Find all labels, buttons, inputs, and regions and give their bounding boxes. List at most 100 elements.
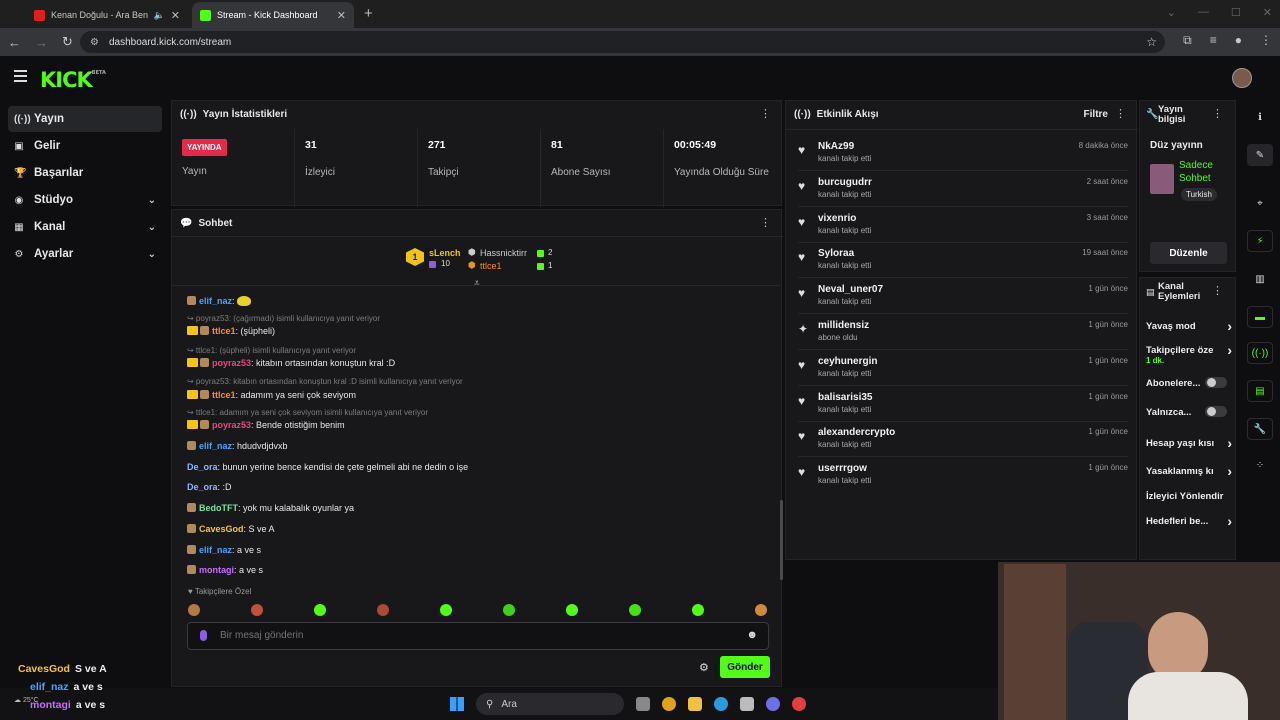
profile-icon[interactable]: ● [1235, 33, 1242, 48]
toggle-switch[interactable] [1205, 377, 1227, 388]
chat-username[interactable]: poyraz53 [212, 358, 251, 368]
discord-icon[interactable] [766, 697, 780, 711]
chat-input[interactable] [220, 630, 700, 641]
apps-icon[interactable]: ⁘ [1247, 454, 1273, 476]
sidebar-item-basarilar[interactable]: 🏆 Başarılar [8, 160, 162, 186]
event-username[interactable]: alexandercrypto [818, 427, 895, 438]
more-options-icon[interactable]: ⋮ [760, 107, 771, 120]
emote-icon[interactable] [755, 604, 767, 616]
kick-logo[interactable]: KICKBETA [40, 68, 106, 92]
speaker-icon[interactable]: 🔈 [154, 10, 165, 21]
edge-icon[interactable] [714, 697, 728, 711]
taskbar-search[interactable]: ⚲ Ara [476, 693, 624, 715]
event-username[interactable]: vixenrio [818, 213, 856, 224]
event-username[interactable]: Syloraa [818, 248, 854, 259]
category-name[interactable]: Sadece Sohbet [1179, 159, 1213, 185]
new-tab-button[interactable]: + [354, 5, 383, 28]
chrome-icon[interactable] [662, 697, 676, 711]
emote-icon[interactable] [692, 604, 704, 616]
event-item[interactable]: ✦ millidensiz abone oldu 1 gün önce [798, 316, 1128, 350]
event-item[interactable]: ♥ balisarisi35 kanalı takip etti 1 gün önce [798, 388, 1128, 422]
edit-button[interactable]: Düzenle [1150, 242, 1227, 264]
channel-action-item[interactable]: Hesap yaşı kısı › [1146, 438, 1232, 449]
event-username[interactable]: balisarisi35 [818, 392, 872, 403]
chat-settings-icon[interactable]: ⚙ [699, 661, 709, 674]
send-button[interactable]: Gönder [720, 656, 770, 678]
tab-youtube[interactable]: Kenan Doğulu - Ara Beni Lü 🔈 ✕ [26, 2, 188, 28]
chat-bubble-icon[interactable]: ▬ [1247, 306, 1273, 328]
event-username[interactable]: ceyhunergin [818, 356, 877, 367]
emote-icon[interactable] [251, 604, 263, 616]
channel-action-item[interactable]: Takipçilere öze 1 dk. › [1146, 345, 1232, 365]
chat-username[interactable]: poyraz53 [212, 420, 251, 430]
emoji-icon[interactable]: ☻ [746, 629, 758, 641]
emote-icon[interactable] [377, 604, 389, 616]
broadcast-tool-icon[interactable]: ((·)) [1247, 342, 1273, 364]
address-bar[interactable]: ⚙ dashboard.kick.com/stream ☆ [80, 31, 1165, 53]
channel-action-item[interactable]: Yasaklanmış kı › [1146, 466, 1232, 477]
sidebar-item-kanal[interactable]: ▦ Kanal ⌄ [8, 214, 162, 240]
sidebar-item-gelir[interactable]: ▣ Gelir [8, 133, 162, 159]
reload-icon[interactable]: ↻ [62, 34, 73, 50]
minimize-icon[interactable]: — [1198, 6, 1209, 19]
file-explorer-icon[interactable] [688, 697, 702, 711]
sidebar-item-yayin[interactable]: ((·)) Yayın [8, 106, 162, 132]
top-user-name[interactable]: ttlce1 [480, 261, 502, 271]
more-options-icon[interactable]: ⋮ [760, 216, 771, 229]
user-avatar[interactable] [1232, 68, 1252, 88]
chat-username[interactable]: De_ora [187, 462, 218, 472]
top-user-name[interactable]: Hassnicktirr [480, 248, 527, 258]
task-view-icon[interactable] [636, 697, 650, 711]
sidebar-item-ayarlar[interactable]: ⚙ Ayarlar ⌄ [8, 241, 162, 267]
filter-button[interactable]: Filtre [1084, 109, 1108, 120]
extensions-icon[interactable]: ⧉ [1183, 33, 1192, 48]
close-tab-icon[interactable]: ✕ [171, 9, 180, 22]
chat-username[interactable]: elif_naz [199, 545, 232, 555]
chat-username[interactable]: elif_naz [199, 441, 232, 451]
pencil-icon[interactable]: ✎ [1247, 144, 1273, 166]
sidebar-item-studyo[interactable]: ◉ Stüdyo ⌄ [8, 187, 162, 213]
tab-kick-dashboard[interactable]: Stream - Kick Dashboard ✕ [192, 2, 354, 28]
app-icon[interactable] [792, 697, 806, 711]
emote-icon[interactable] [314, 604, 326, 616]
close-tab-icon[interactable]: ✕ [337, 9, 346, 22]
more-options-icon[interactable]: ⋮ [1212, 107, 1223, 120]
event-username[interactable]: NkAz99 [818, 141, 854, 152]
event-item[interactable]: ♥ Syloraa kanalı takip etti 19 saat önce [798, 244, 1128, 279]
event-username[interactable]: burcugudrr [818, 177, 872, 188]
more-options-icon[interactable]: ⋮ [1212, 284, 1223, 297]
reading-list-icon[interactable]: ≡ [1210, 33, 1217, 48]
back-icon[interactable]: ← [8, 35, 21, 50]
chat-username[interactable]: CavesGod [199, 524, 244, 534]
maximize-icon[interactable]: ☐ [1231, 6, 1241, 19]
close-window-icon[interactable]: ✕ [1263, 6, 1272, 19]
forward-icon[interactable]: → [35, 35, 48, 50]
tab-search-icon[interactable]: ⌄ [1167, 6, 1176, 19]
chat-username[interactable]: ttlce1 [212, 326, 236, 336]
event-username[interactable]: Neval_uner07 [818, 284, 883, 295]
toggle-switch[interactable] [1205, 406, 1227, 417]
browser-menu-icon[interactable]: ⋮ [1260, 33, 1272, 48]
wrench-tool-icon[interactable]: 🔧 [1247, 418, 1273, 440]
channel-action-item[interactable]: Yavaş mod › [1146, 321, 1232, 332]
event-item[interactable]: ♥ burcugudrr kanalı takip etti 2 saat önce [798, 173, 1128, 207]
info-icon[interactable]: ℹ [1247, 106, 1273, 128]
site-info-icon[interactable]: ⚙ [90, 37, 99, 48]
event-item[interactable]: ♥ NkAz99 kanalı takip etti 8 dakika önce [798, 137, 1128, 171]
emote-icon[interactable] [566, 604, 578, 616]
collapse-pinned-icon[interactable]: ⩡ [474, 278, 480, 289]
target-icon[interactable]: ⌖ [1247, 192, 1273, 214]
weather-widget[interactable]: ☁ 25°C [14, 696, 39, 704]
windows-start-icon[interactable] [450, 697, 464, 711]
emote-icon[interactable] [440, 604, 452, 616]
document-icon[interactable]: ▥ [1247, 268, 1273, 290]
chat-username[interactable]: De_ora [187, 482, 218, 492]
event-username[interactable]: userrrgow [818, 463, 867, 474]
event-username[interactable]: millidensiz [818, 320, 869, 331]
microphone-icon[interactable] [200, 630, 207, 641]
event-item[interactable]: ♥ ceyhunergin kanalı takip etti 1 gün önce [798, 352, 1128, 386]
event-item[interactable]: ♥ vixenrio kanalı takip etti 3 saat önce [798, 209, 1128, 243]
top-user-name[interactable]: sLench [429, 248, 461, 258]
emote-icon[interactable] [188, 604, 200, 616]
channel-action-item[interactable]: Hedefleri be... › [1146, 516, 1232, 527]
